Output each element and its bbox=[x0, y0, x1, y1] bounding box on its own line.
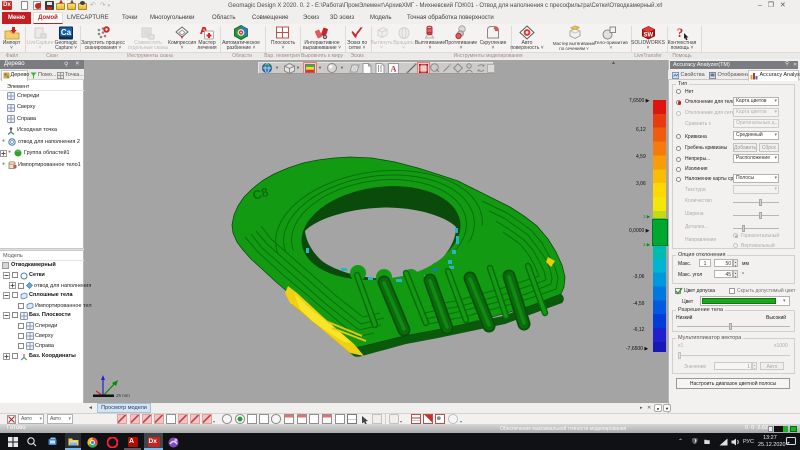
svg-text:Ca: Ca bbox=[61, 28, 72, 37]
svg-text:A: A bbox=[390, 63, 397, 73]
svg-text:?: ? bbox=[677, 25, 684, 40]
svg-text:SW: SW bbox=[643, 33, 653, 39]
